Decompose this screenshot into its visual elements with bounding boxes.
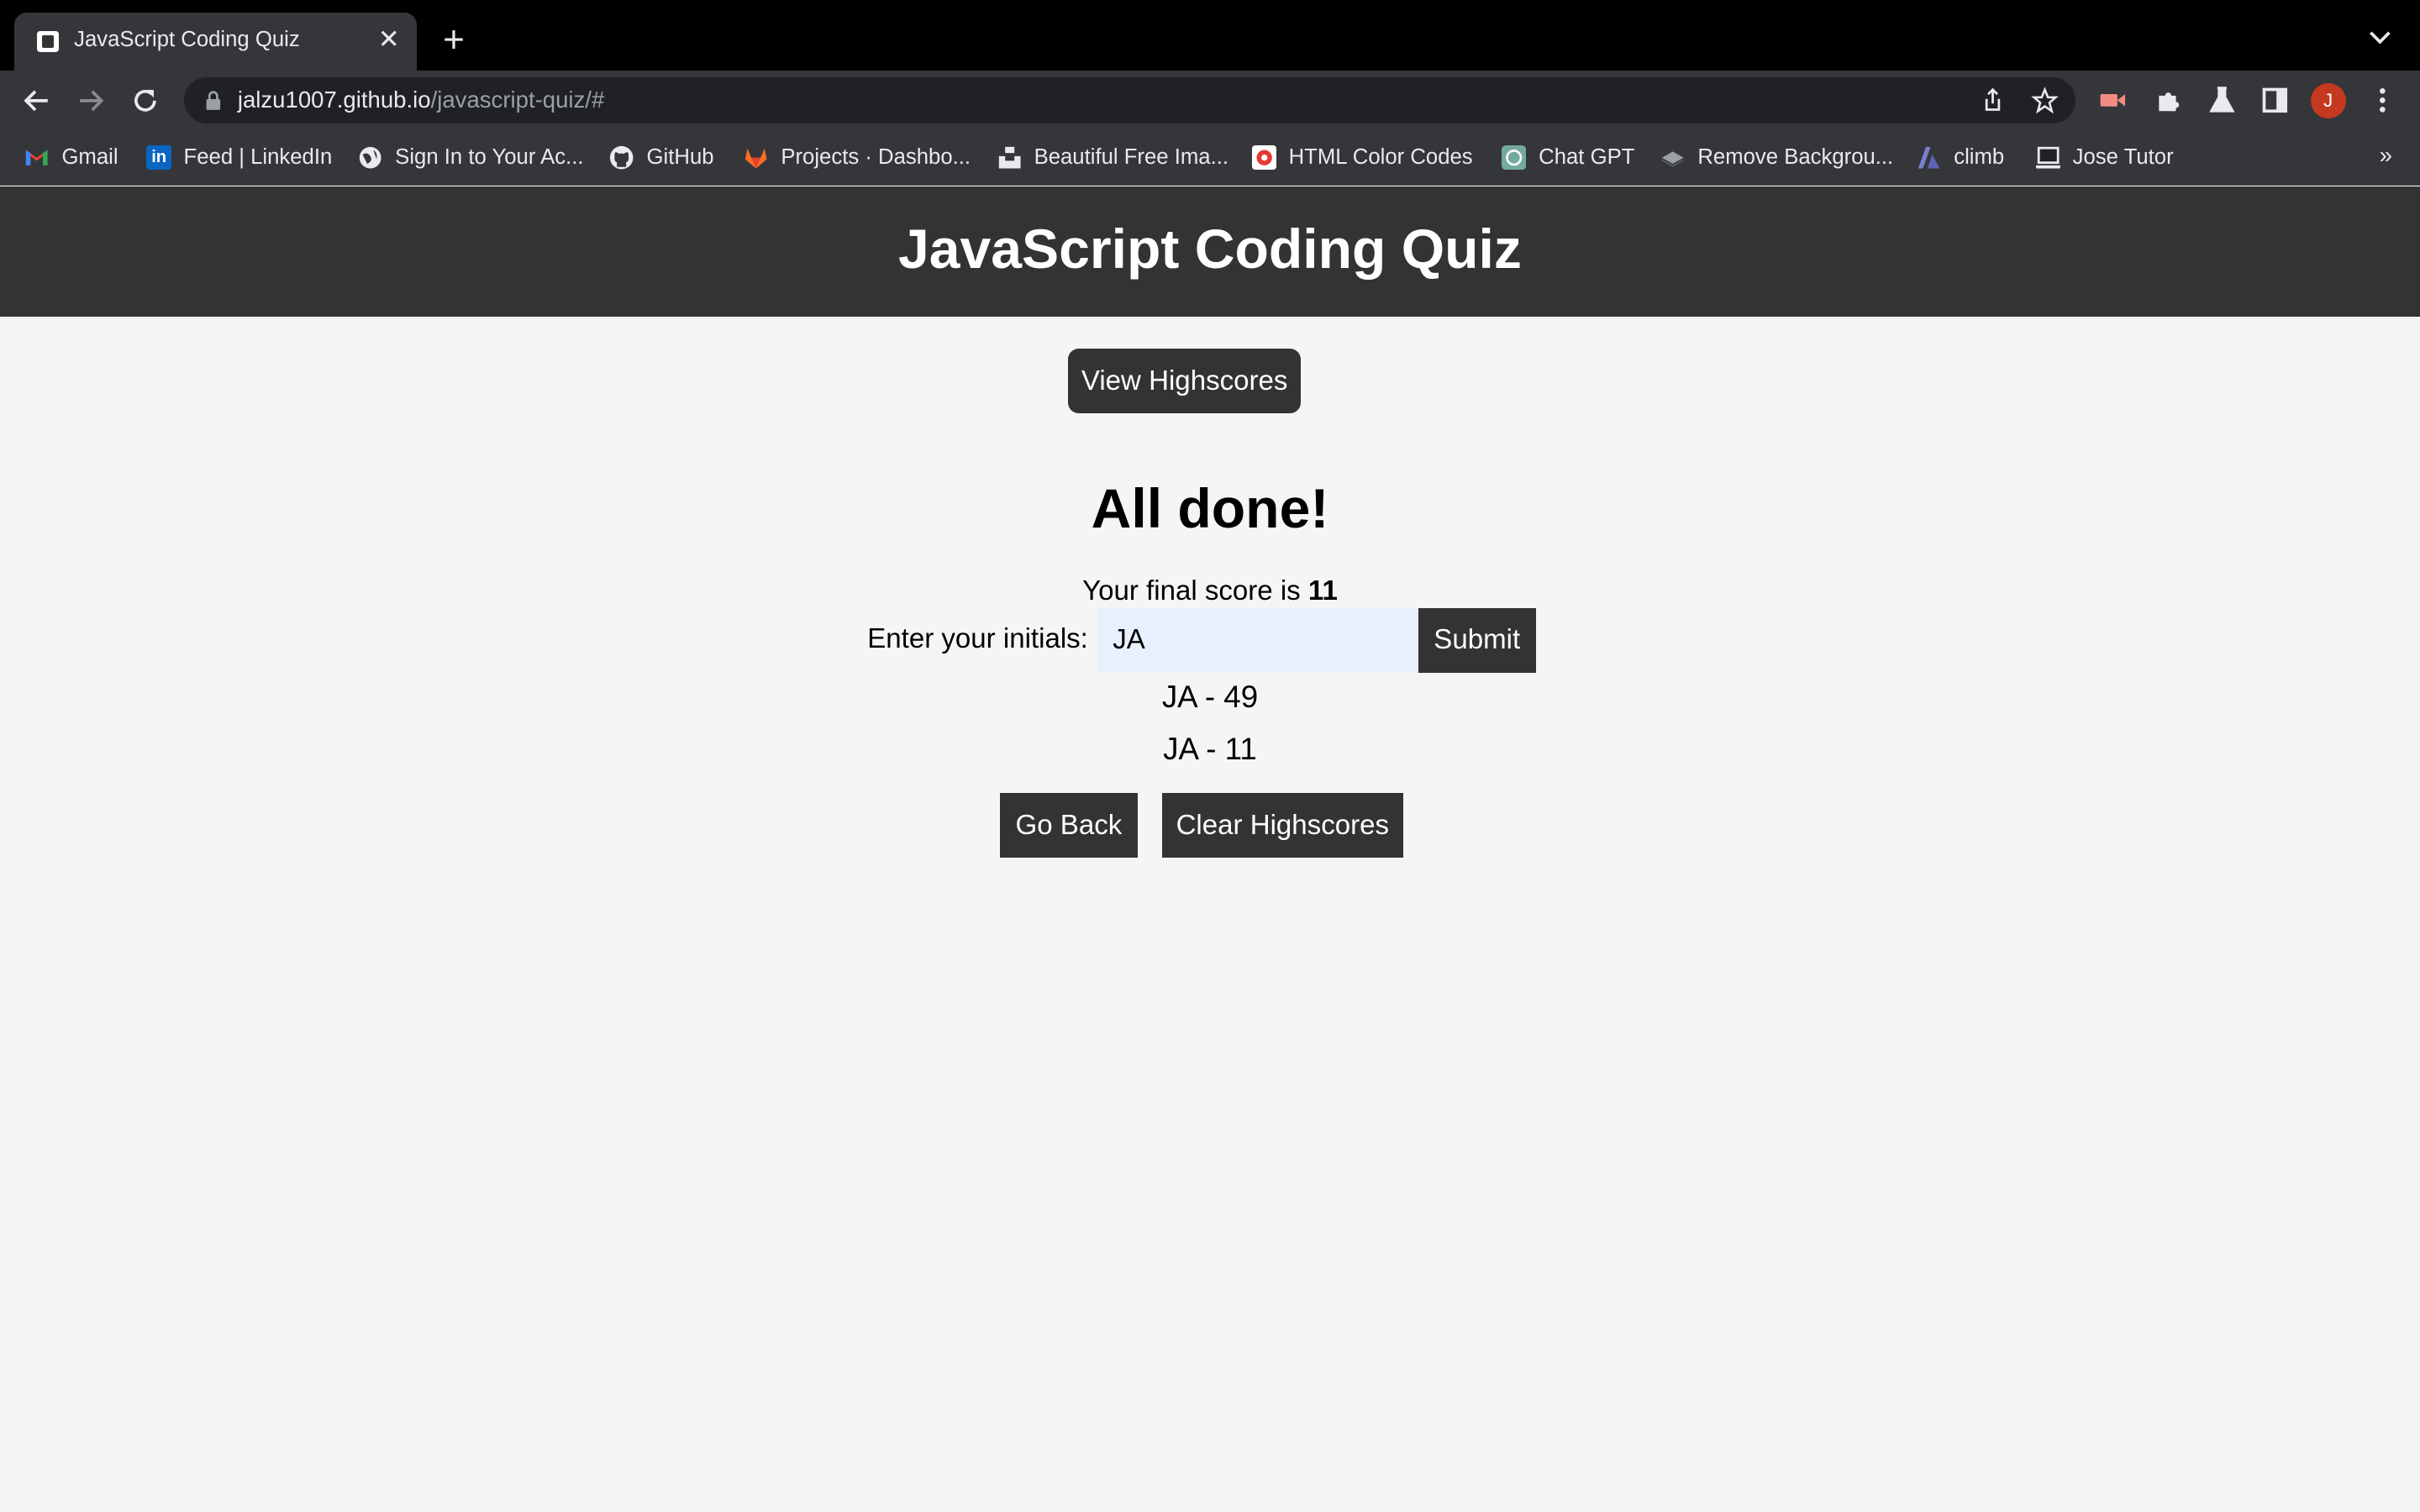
- tab-strip: JavaScript Coding Quiz ✕ +: [0, 0, 2420, 71]
- bookmark-label: Chat GPT: [1539, 144, 1635, 169]
- js-favicon-icon: [37, 30, 59, 53]
- close-tab-icon[interactable]: ✕: [373, 24, 404, 55]
- gmail-icon: [26, 150, 48, 165]
- initials-input[interactable]: [1097, 607, 1418, 673]
- final-score-label: Your final score is: [1082, 575, 1308, 607]
- done-heading: All done!: [1091, 477, 1329, 540]
- unsplash-icon: [998, 146, 1021, 169]
- browser-toolbar: jalzu1007.github.io/javascript-quiz/# J: [0, 71, 2420, 130]
- url-host: jalzu1007.github.io: [237, 86, 431, 113]
- site-header: JavaScript Coding Quiz: [0, 186, 2420, 317]
- url-text[interactable]: jalzu1007.github.io/javascript-quiz/#: [238, 87, 604, 113]
- back-arrow-icon[interactable]: [17, 81, 57, 121]
- bookmark-linkedin[interactable]: in Feed | LinkedIn: [146, 144, 332, 171]
- bookmark-label: Jose Tutor: [2072, 144, 2174, 169]
- highscore-list: JA - 49 JA - 11: [0, 671, 2420, 776]
- bookmark-unsplash[interactable]: Beautiful Free Ima...: [997, 144, 1228, 171]
- bookmark-star-icon[interactable]: [2031, 87, 2059, 114]
- page-title: JavaScript Coding Quiz: [897, 218, 1522, 281]
- bookmark-gmail[interactable]: Gmail: [24, 144, 118, 171]
- chevron-down-icon[interactable]: [2365, 22, 2396, 53]
- tab-title: JavaScript Coding Quiz: [74, 28, 300, 52]
- final-score-text: Your final score is 11: [0, 575, 2420, 607]
- highscore-item: JA - 11: [1163, 732, 1257, 767]
- bookmark-sign-in[interactable]: Sign In to Your Ac...: [358, 144, 584, 171]
- bookmark-chat-gpt[interactable]: Chat GPT: [1502, 144, 1634, 171]
- clear-highscores-button[interactable]: Clear Highscores: [1162, 793, 1403, 858]
- github-icon: [610, 145, 634, 170]
- climb-icon: [1918, 146, 1940, 169]
- globe-icon: [359, 146, 381, 169]
- extensions-puzzle-icon[interactable]: [2153, 85, 2184, 116]
- bookmark-label: Remove Backgrou...: [1697, 144, 1894, 169]
- color-codes-icon: [1251, 144, 1276, 170]
- address-bar[interactable]: jalzu1007.github.io/javascript-quiz/#: [183, 76, 2076, 123]
- recorder-extension-icon[interactable]: [2097, 85, 2128, 116]
- final-score-value: 11: [1307, 575, 1338, 607]
- go-back-button[interactable]: Go Back: [1000, 793, 1138, 858]
- page-viewport: JavaScript Coding Quiz View Highscores A…: [0, 186, 2420, 1512]
- active-tab[interactable]: JavaScript Coding Quiz ✕: [13, 12, 417, 71]
- reload-icon[interactable]: [125, 81, 166, 121]
- view-highscores-button[interactable]: View Highscores: [1067, 349, 1302, 414]
- bookmark-gitlab-projects[interactable]: Projects · Dashbo...: [744, 144, 971, 171]
- chatgpt-icon: [1502, 144, 1527, 170]
- bookmark-label: climb: [1954, 144, 2005, 169]
- remove-bg-icon: [1662, 150, 1684, 167]
- bookmark-label: Beautiful Free Ima...: [1034, 144, 1228, 169]
- profile-avatar[interactable]: J: [2310, 83, 2346, 119]
- side-panel-icon[interactable]: [2260, 85, 2291, 116]
- bookmark-label: Sign In to Your Ac...: [395, 144, 584, 169]
- bookmark-github[interactable]: GitHub: [609, 144, 714, 171]
- submit-button[interactable]: Submit: [1418, 607, 1536, 673]
- bookmark-jose-tutor[interactable]: Jose Tutor: [2035, 144, 2174, 171]
- gitlab-icon: [745, 148, 767, 169]
- bookmark-climb[interactable]: climb: [1917, 144, 2004, 171]
- bookmarks-bar: Gmail in Feed | LinkedIn Sign In to Your…: [0, 129, 2420, 186]
- bookmark-label: Feed | LinkedIn: [183, 144, 333, 169]
- share-icon[interactable]: [1979, 87, 2007, 114]
- kebab-menu-icon[interactable]: [2367, 85, 2398, 116]
- bookmark-label: GitHub: [646, 144, 714, 169]
- labs-flask-icon[interactable]: [2207, 85, 2238, 116]
- initials-label: Enter your initials:: [867, 623, 1088, 655]
- forward-arrow-icon[interactable]: [71, 81, 111, 121]
- jose-tutor-icon: [2035, 146, 2060, 169]
- linkedin-icon: in: [146, 144, 171, 170]
- new-tab-icon[interactable]: +: [435, 21, 472, 59]
- more-bookmarks-chevron-icon[interactable]: »: [2380, 142, 2392, 169]
- lock-icon[interactable]: [203, 90, 224, 112]
- bookmark-html-color-codes[interactable]: HTML Color Codes: [1251, 144, 1473, 171]
- bookmark-label: Projects · Dashbo...: [781, 144, 971, 169]
- bookmark-label: HTML Color Codes: [1288, 144, 1473, 169]
- bookmark-label: Gmail: [61, 144, 118, 169]
- url-path: /javascript-quiz/#: [430, 86, 605, 113]
- highscore-item: JA - 49: [1161, 679, 1259, 714]
- bookmark-remove-bg[interactable]: Remove Backgrou...: [1660, 144, 1893, 171]
